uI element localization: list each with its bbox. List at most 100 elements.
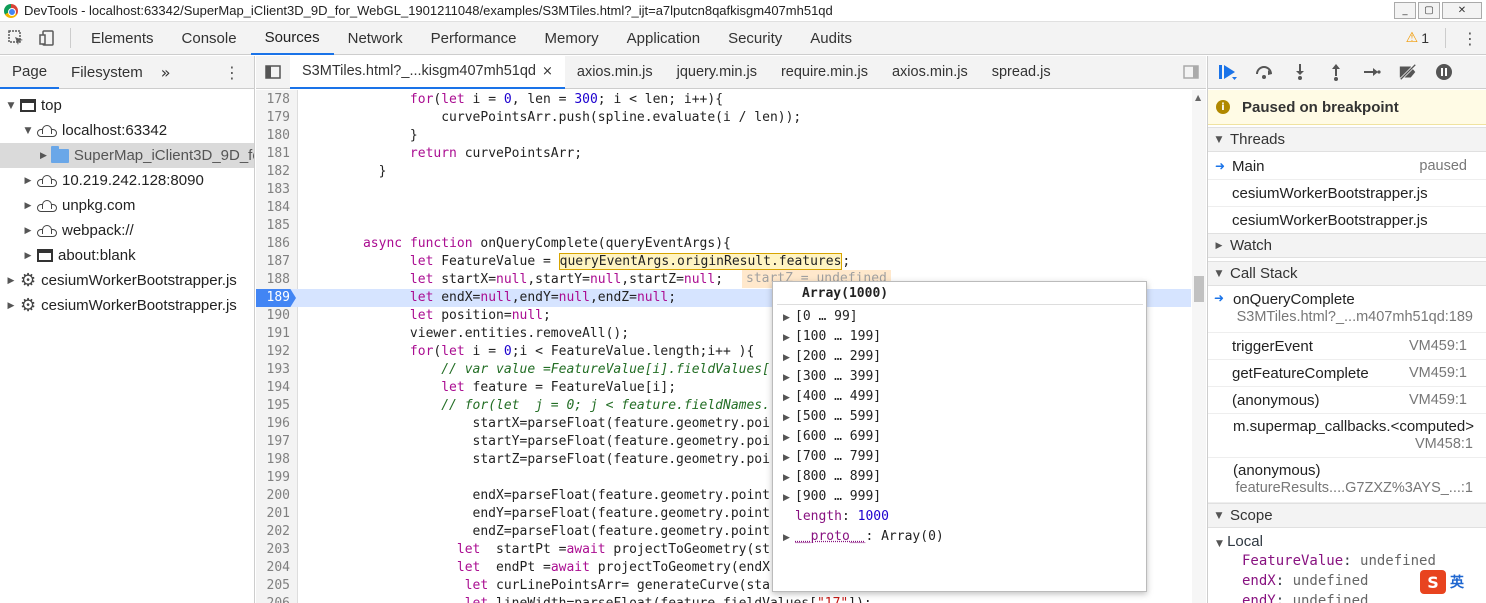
array-range-row[interactable]: ▶ [700 … 799] (783, 447, 881, 467)
scope-section-header[interactable]: ▼ Scope (1208, 503, 1486, 528)
array-range-row[interactable]: ▶ [400 … 499] (783, 387, 881, 407)
line-number[interactable]: 188 (256, 271, 290, 289)
tree-item[interactable]: ▶ about:blank (0, 243, 254, 268)
toggle-debugger-icon[interactable] (1176, 56, 1206, 89)
file-tab-s3mtiles-html-kisgm407mh51qd[interactable]: S3MTiles.html?_...kisgm407mh51qd × (290, 55, 565, 89)
line-number[interactable]: 184 (256, 199, 290, 217)
collapse-arrow-icon[interactable]: ▶ (40, 151, 47, 161)
step-over-icon[interactable] (1254, 62, 1274, 82)
line-number[interactable]: 192 (256, 343, 290, 361)
collapse-arrow-icon[interactable]: ▶ (23, 226, 33, 236)
line-number[interactable]: 181 (256, 145, 290, 163)
expand-arrow-icon[interactable]: ▼ (6, 101, 16, 111)
inspect-element-icon[interactable] (0, 22, 32, 55)
customize-menu-icon[interactable]: ⋮ (1462, 29, 1478, 48)
line-number[interactable]: 205 (256, 577, 290, 595)
step-out-icon[interactable] (1326, 62, 1346, 82)
line-number[interactable]: 204 (256, 559, 290, 577)
code-line[interactable]: 181 return curvePointsArr; (256, 145, 1191, 163)
threads-section-header[interactable]: ▼ Threads (1208, 127, 1486, 152)
ime-indicator[interactable]: S 英 (1420, 570, 1464, 594)
collapse-arrow-icon[interactable]: ▶ (6, 301, 16, 311)
line-number[interactable]: 190 (256, 307, 290, 325)
array-range-row[interactable]: ▶ [800 … 899] (783, 467, 881, 487)
close-window-button[interactable]: ✕ (1442, 2, 1482, 19)
code-line[interactable]: 183 (256, 181, 1191, 199)
toggle-navigator-icon[interactable] (256, 56, 290, 89)
step-into-icon[interactable] (1290, 62, 1310, 82)
tree-item[interactable]: ▼ localhost:63342 (0, 118, 254, 143)
pause-on-exceptions-icon[interactable] (1434, 62, 1454, 82)
thread-row[interactable]: ➜ Main paused (1208, 153, 1486, 180)
array-proto-row[interactable]: ▶ __proto__: Array(0) (783, 527, 944, 547)
line-number[interactable]: 196 (256, 415, 290, 433)
local-scope-header[interactable]: ▼ Local (1216, 533, 1263, 550)
file-tab-jquery-min-js[interactable]: jquery.min.js (665, 56, 769, 89)
file-tab-axios-min-js[interactable]: axios.min.js (565, 56, 665, 89)
code-line[interactable]: 206 let lineWidth=parseFloat(feature.fie… (256, 595, 1191, 603)
file-tab-axios-min-js[interactable]: axios.min.js (880, 56, 980, 89)
line-number[interactable]: 199 (256, 469, 290, 487)
line-number[interactable]: 186 (256, 235, 290, 253)
line-number[interactable]: 200 (256, 487, 290, 505)
tab-elements[interactable]: Elements (77, 22, 168, 55)
line-number[interactable]: 194 (256, 379, 290, 397)
tab-application[interactable]: Application (613, 22, 714, 55)
line-number[interactable]: 202 (256, 523, 290, 541)
call-frame[interactable]: (anonymous) featureResults....G7ZXZ%3AYS_… (1208, 458, 1486, 503)
collapse-arrow-icon[interactable]: ▶ (23, 176, 33, 186)
deactivate-breakpoints-icon[interactable] (1398, 62, 1418, 82)
array-range-row[interactable]: ▶ [900 … 999] (783, 487, 881, 507)
scrollbar-thumb[interactable] (1194, 276, 1204, 302)
code-line[interactable]: 180 } (256, 127, 1191, 145)
tab-performance[interactable]: Performance (417, 22, 531, 55)
callstack-section-header[interactable]: ▼ Call Stack (1208, 261, 1486, 286)
line-number[interactable]: 178 (256, 91, 290, 109)
line-number[interactable]: 198 (256, 451, 290, 469)
tab-sources[interactable]: Sources (250, 22, 334, 55)
thread-row[interactable]: cesiumWorkerBootstrapper.js (1208, 180, 1486, 207)
line-number[interactable]: 206 (256, 595, 290, 603)
code-line[interactable]: 186 async function onQueryComplete(query… (256, 235, 1191, 253)
line-number[interactable]: 187 (256, 253, 290, 271)
line-number[interactable]: 197 (256, 433, 290, 451)
resume-button[interactable] (1218, 62, 1238, 82)
tab-console[interactable]: Console (168, 22, 251, 55)
tab-memory[interactable]: Memory (531, 22, 613, 55)
code-line[interactable]: 179 curvePointsArr.push(spline.evaluate(… (256, 109, 1191, 127)
tree-item[interactable]: ▶ ⚙ cesiumWorkerBootstrapper.js (0, 268, 254, 293)
editor-scrollbar[interactable]: ▲ (1192, 90, 1206, 603)
scope-variable[interactable]: FeatureValue: undefined (1242, 553, 1436, 569)
line-number[interactable]: 183 (256, 181, 290, 199)
step-icon[interactable] (1362, 62, 1382, 82)
array-range-row[interactable]: ▶ [300 … 399] (783, 367, 881, 387)
scope-variable[interactable]: endY: undefined (1242, 593, 1368, 603)
more-tabs-icon[interactable]: » (155, 63, 177, 82)
navigator-menu-icon[interactable]: ⋮ (224, 63, 254, 82)
tree-item[interactable]: ▼ top (0, 93, 254, 118)
array-range-row[interactable]: ▶ [200 … 299] (783, 347, 881, 367)
array-range-row[interactable]: ▶ [500 … 599] (783, 407, 881, 427)
file-tab-require-min-js[interactable]: require.min.js (769, 56, 880, 89)
close-tab-icon[interactable]: × (542, 64, 553, 79)
tab-network[interactable]: Network (334, 22, 417, 55)
watch-section-header[interactable]: ▶ Watch (1208, 233, 1486, 258)
minimize-button[interactable]: _ (1394, 2, 1416, 19)
line-number[interactable]: 185 (256, 217, 290, 235)
tab-audits[interactable]: Audits (796, 22, 866, 55)
line-number[interactable]: 179 (256, 109, 290, 127)
scroll-up-icon[interactable]: ▲ (1195, 93, 1201, 102)
line-number[interactable]: 203 (256, 541, 290, 559)
line-number[interactable]: 201 (256, 505, 290, 523)
line-number[interactable]: 189 (256, 289, 290, 307)
collapse-arrow-icon[interactable]: ▶ (23, 201, 33, 211)
thread-row[interactable]: cesiumWorkerBootstrapper.js (1208, 207, 1486, 234)
scope-variable[interactable]: endX: undefined (1242, 573, 1368, 589)
code-line[interactable]: 184 (256, 199, 1191, 217)
collapse-arrow-icon[interactable]: ▶ (23, 251, 33, 261)
array-range-row[interactable]: ▶ [600 … 699] (783, 427, 881, 447)
collapse-arrow-icon[interactable]: ▶ (6, 276, 16, 286)
line-number[interactable]: 191 (256, 325, 290, 343)
tree-item[interactable]: ▶ webpack:// (0, 218, 254, 243)
code-line[interactable]: 178 for(let i = 0, len = 300; i < len; i… (256, 91, 1191, 109)
